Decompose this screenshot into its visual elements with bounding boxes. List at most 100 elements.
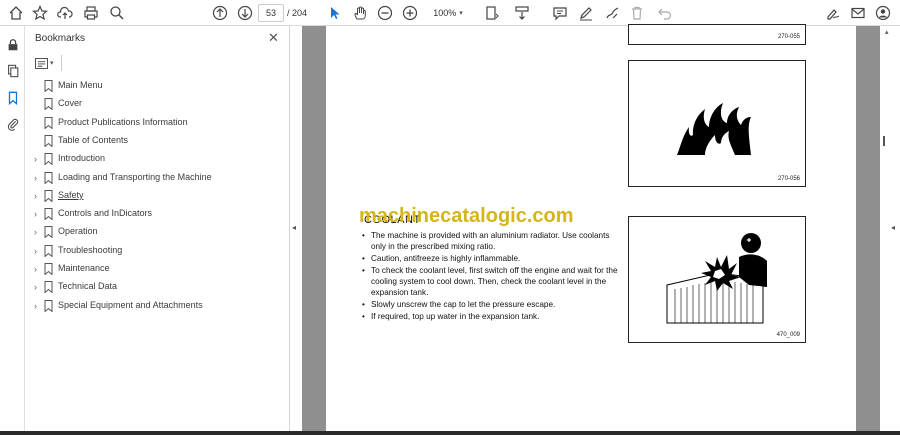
- bookmark-icon: [44, 281, 53, 294]
- bookmarks-panel-title: Bookmarks: [35, 33, 86, 44]
- home-icon[interactable]: [6, 3, 26, 23]
- bookmark-panel-icon[interactable]: [4, 89, 21, 106]
- instruction-list: The machine is provided with an aluminiu…: [361, 230, 623, 322]
- email-icon[interactable]: [848, 3, 868, 23]
- instruction-item: Caution, antifreeze is highly inflammabl…: [361, 253, 623, 264]
- scrollbar-thumb[interactable]: [883, 136, 885, 146]
- print-icon[interactable]: [81, 3, 101, 23]
- bookmark-label: Technical Data: [58, 281, 118, 292]
- hand-tool-icon[interactable]: [350, 3, 370, 23]
- radiator-warning-icon: [666, 233, 767, 324]
- chevron-right-icon[interactable]: ›: [34, 246, 42, 256]
- bookmark-label: Introduction: [58, 153, 106, 164]
- bookmark-label: Cover: [58, 98, 83, 109]
- close-icon[interactable]: ✕: [268, 31, 279, 44]
- bookmark-label: Product Publications Information: [58, 116, 188, 127]
- upload-cloud-icon[interactable]: [55, 3, 75, 23]
- right-scroll-area[interactable]: ▴ ◂: [880, 26, 900, 431]
- bookmark-icon: [44, 299, 53, 312]
- pages-thumbnail-icon[interactable]: [4, 62, 21, 79]
- top-toolbar: 53 / 204 100% ▾: [0, 0, 900, 26]
- instruction-item: Slowly unscrew the cap to let the pressu…: [361, 299, 623, 310]
- bookmark-icon: [44, 116, 53, 129]
- bookmark-item[interactable]: › Controls and InDicators: [25, 206, 290, 222]
- toolbar-divider: [61, 55, 62, 71]
- page-fit-icon[interactable]: [482, 3, 502, 23]
- draw-icon[interactable]: [602, 3, 622, 23]
- chevron-right-icon[interactable]: ›: [34, 264, 42, 274]
- comment-icon[interactable]: [550, 3, 570, 23]
- collapse-panel-icon[interactable]: ◂: [292, 223, 296, 232]
- chevron-right-icon[interactable]: ›: [34, 301, 42, 311]
- bookmark-item[interactable]: Cover: [25, 96, 290, 112]
- bookmark-label: Controls and InDicators: [58, 208, 153, 219]
- bookmark-item[interactable]: Table of Contents: [25, 133, 290, 149]
- chevron-right-icon[interactable]: ›: [34, 282, 42, 292]
- bookmark-label: Troubleshooting: [58, 244, 123, 255]
- bookmark-icon: [44, 189, 53, 202]
- figure-caption: 270-055: [777, 34, 800, 40]
- bookmark-icon: [44, 226, 53, 239]
- attachment-icon[interactable]: [4, 115, 21, 132]
- expand-right-panel-icon[interactable]: ◂: [891, 223, 895, 232]
- figure-470-009: 470_009: [628, 216, 806, 343]
- bookmark-icon: [44, 134, 53, 147]
- document-viewer[interactable]: 270-055 270-056 470_009 COOLANT • The ma…: [302, 24, 880, 431]
- next-page-icon[interactable]: [235, 3, 255, 23]
- bookmark-options-button[interactable]: ▾: [35, 56, 57, 70]
- zoom-out-icon[interactable]: [375, 3, 395, 23]
- select-cursor-icon[interactable]: [325, 3, 345, 23]
- bookmark-item[interactable]: Main Menu: [25, 78, 290, 94]
- bookmark-icon: [44, 171, 53, 184]
- bookmark-item[interactable]: › Safety: [25, 188, 290, 204]
- sign-icon[interactable]: [823, 3, 843, 23]
- page-number-input[interactable]: 53: [258, 4, 284, 22]
- list-options-icon: [35, 57, 48, 69]
- left-nav-rail: [0, 26, 25, 435]
- undo-icon[interactable]: [655, 3, 675, 23]
- bookmark-item[interactable]: › Operation: [25, 224, 290, 240]
- star-icon[interactable]: [30, 3, 50, 23]
- chevron-down-icon: ▾: [459, 10, 463, 17]
- bookmark-icon: [44, 153, 53, 166]
- chevron-right-icon[interactable]: ›: [34, 154, 42, 164]
- watermark: machinecatalogic.com: [359, 205, 574, 227]
- bookmark-icon: [44, 263, 53, 275]
- chevron-right-icon[interactable]: ›: [34, 191, 42, 201]
- pen-highlight-icon[interactable]: [576, 3, 596, 23]
- chevron-right-icon[interactable]: ›: [34, 227, 42, 237]
- flame-icon: [677, 103, 751, 155]
- chevron-right-icon[interactable]: ›: [34, 209, 42, 219]
- chevron-right-icon[interactable]: ›: [34, 173, 42, 183]
- bookmark-icon: [44, 98, 53, 111]
- account-icon[interactable]: [873, 3, 893, 23]
- bookmark-item[interactable]: › Troubleshooting: [25, 243, 290, 259]
- left-gutter: ◂: [290, 26, 302, 431]
- bookmark-label: Loading and Transporting the Machine: [58, 171, 212, 182]
- bookmark-item[interactable]: › Special Equipment and Attachments: [25, 298, 290, 314]
- bookmark-icon: [44, 244, 53, 257]
- figure-270-055: 270-055: [628, 24, 806, 45]
- zoom-level-select[interactable]: 100% ▾: [428, 4, 468, 22]
- bookmark-item[interactable]: › Loading and Transporting the Machine: [25, 170, 290, 186]
- bookmark-item[interactable]: › Technical Data: [25, 279, 290, 295]
- figure-caption: 270-056: [777, 176, 800, 182]
- bookmark-item[interactable]: Product Publications Information: [25, 115, 290, 131]
- chevron-down-icon: ▾: [50, 60, 54, 67]
- instruction-item: To check the coolant level, first switch…: [361, 265, 623, 298]
- zoom-level-value: 100%: [433, 8, 457, 18]
- prev-page-icon[interactable]: [210, 3, 230, 23]
- zoom-search-icon[interactable]: [107, 3, 127, 23]
- zoom-in-icon[interactable]: [400, 3, 420, 23]
- bookmark-item[interactable]: › Maintenance: [25, 261, 290, 277]
- delete-icon[interactable]: [627, 3, 647, 23]
- instruction-item: If required, top up water in the expansi…: [361, 311, 623, 322]
- lock-icon[interactable]: [4, 36, 21, 53]
- bookmark-item[interactable]: › Introduction: [25, 151, 290, 167]
- bottom-edge: [0, 431, 900, 435]
- scroll-up-icon[interactable]: ▴: [885, 28, 889, 36]
- pdf-page: 270-055 270-056 470_009 COOLANT • The ma…: [326, 24, 856, 431]
- scroll-mode-icon[interactable]: [512, 3, 532, 23]
- figure-caption: 470_009: [776, 332, 800, 338]
- bookmark-icon: [44, 208, 53, 221]
